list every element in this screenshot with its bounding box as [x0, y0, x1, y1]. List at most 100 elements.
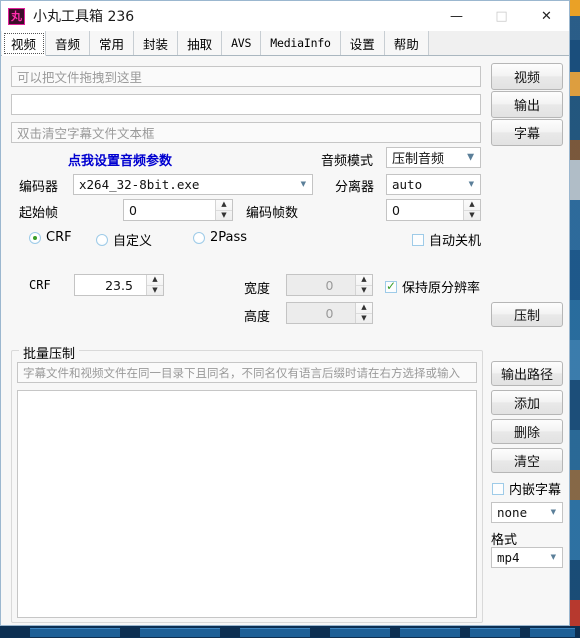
tab-help[interactable]: 帮助 [384, 31, 429, 55]
taskbar-item[interactable] [330, 628, 390, 637]
embed-subtitle-label: 内嵌字幕 [509, 483, 562, 498]
screen: 丸 小丸工具箱 236 — □ ✕ 视频 音频 常用 封装 抽取 AVS Med… [0, 0, 580, 638]
chevron-down-icon: ▼ [550, 552, 556, 562]
tab-mux[interactable]: 封装 [134, 31, 179, 55]
window-title: 小丸工具箱 236 [33, 9, 135, 25]
encoder-select[interactable]: x264_32-8bit.exe ▼ [73, 174, 313, 195]
stepper-up-icon[interactable]: ▲ [356, 275, 372, 286]
close-icon[interactable]: ✕ [524, 1, 569, 31]
batch-file-list[interactable] [17, 390, 477, 618]
height-stepper[interactable]: 0 ▲ ▼ [286, 302, 373, 324]
start-frame-stepper[interactable]: 0 ▲ ▼ [123, 199, 233, 221]
radio-indicator-icon [193, 231, 205, 244]
taskbar-item[interactable] [240, 628, 310, 637]
frame-count-stepper[interactable]: 0 ▲ ▼ [386, 199, 481, 221]
checkbox-indicator-icon [412, 233, 424, 246]
batch-group-title: 批量压制 [19, 343, 80, 362]
keep-resolution-checkbox[interactable]: 保持原分辨率 [385, 277, 480, 296]
taskbar-item[interactable] [470, 628, 520, 637]
audio-param-link[interactable]: 点我设置音频参数 [68, 150, 172, 169]
taskbar-item[interactable] [400, 628, 460, 637]
checkbox-indicator-icon [385, 279, 397, 293]
batch-hint-field[interactable]: 字幕文件和视频文件在同一目录下且同名，不同名仅有语言后缀时请在右方选择或输入 [17, 362, 477, 383]
stepper-up-icon[interactable]: ▲ [147, 275, 163, 286]
keep-resolution-label: 保持原分辨率 [402, 281, 481, 296]
stepper-buttons[interactable]: ▲ ▼ [355, 275, 372, 295]
output-browse-button[interactable]: 输出 [491, 91, 563, 118]
taskbar-item[interactable] [530, 628, 575, 637]
format-value: mp4 [497, 550, 520, 565]
subtitle-lang-select[interactable]: none ▼ [491, 502, 563, 523]
frame-count-label: 编码帧数 [246, 206, 299, 221]
radio-crf-label: CRF [46, 230, 72, 245]
crf-stepper[interactable]: 23.5 ▲ ▼ [74, 274, 164, 296]
stepper-down-icon[interactable]: ▼ [216, 211, 232, 221]
tab-settings[interactable]: 设置 [340, 31, 385, 55]
delete-button[interactable]: 删除 [491, 419, 563, 444]
video-browse-button[interactable]: 视频 [491, 63, 563, 90]
separator-select[interactable]: auto ▼ [386, 174, 481, 195]
radio-2pass[interactable]: 2Pass [193, 230, 247, 245]
encode-button[interactable]: 压制 [491, 302, 563, 327]
output-path-button[interactable]: 输出路径 [491, 361, 563, 386]
format-label: 格式 [491, 533, 518, 548]
radio-2pass-label: 2Pass [210, 230, 248, 245]
stepper-down-icon[interactable]: ▼ [464, 211, 480, 221]
format-select[interactable]: mp4 ▼ [491, 547, 563, 568]
audio-mode-label: 音频模式 [321, 154, 374, 169]
radio-indicator-icon [29, 231, 41, 244]
taskbar-item[interactable] [30, 628, 120, 637]
subtitle-lang-value: none [497, 505, 528, 520]
stepper-up-icon[interactable]: ▲ [464, 200, 480, 211]
start-frame-label: 起始帧 [19, 206, 59, 221]
stepper-buttons[interactable]: ▲ ▼ [355, 303, 372, 323]
stepper-up-icon[interactable]: ▲ [216, 200, 232, 211]
chevron-down-icon: ▼ [550, 507, 556, 517]
tab-avs[interactable]: AVS [222, 31, 262, 55]
radio-indicator-icon [96, 233, 108, 246]
output-file-field[interactable] [11, 94, 481, 115]
crf-label: CRF [29, 278, 51, 292]
tab-bar: 视频 音频 常用 封装 抽取 AVS MediaInfo 设置 帮助 [1, 31, 569, 56]
separator-label: 分离器 [335, 180, 375, 195]
stepper-down-icon[interactable]: ▼ [356, 286, 372, 296]
stepper-down-icon[interactable]: ▼ [147, 286, 163, 296]
radio-custom-label: 自定义 [113, 234, 153, 249]
tab-extract[interactable]: 抽取 [178, 31, 223, 55]
tab-mediainfo[interactable]: MediaInfo [261, 31, 341, 55]
window-controls: — □ ✕ [434, 1, 569, 31]
radio-custom[interactable]: 自定义 [96, 230, 152, 249]
tab-audio[interactable]: 音频 [46, 31, 91, 55]
stepper-buttons[interactable]: ▲ ▼ [146, 275, 163, 295]
input-file-field[interactable]: 可以把文件拖拽到这里 [11, 66, 481, 87]
height-value: 0 [325, 305, 334, 321]
frame-count-value: 0 [392, 202, 400, 218]
stepper-buttons[interactable]: ▲ ▼ [463, 200, 480, 220]
width-stepper[interactable]: 0 ▲ ▼ [286, 274, 373, 296]
chevron-down-icon: ▼ [300, 179, 306, 189]
auto-shutdown-label: 自动关机 [429, 234, 482, 249]
tab-common[interactable]: 常用 [90, 31, 135, 55]
width-value: 0 [325, 277, 334, 293]
add-button[interactable]: 添加 [491, 390, 563, 415]
embed-subtitle-checkbox[interactable]: 内嵌字幕 [492, 479, 561, 498]
subtitle-file-field[interactable]: 双击清空字幕文件文本框 [11, 122, 481, 143]
width-label: 宽度 [244, 282, 271, 297]
taskbar-item[interactable] [140, 628, 220, 637]
radio-crf[interactable]: CRF [29, 230, 72, 245]
encoder-value: x264_32-8bit.exe [79, 177, 200, 192]
tab-video[interactable]: 视频 [2, 31, 47, 56]
main-window: 丸 小丸工具箱 236 — □ ✕ 视频 音频 常用 封装 抽取 AVS Med… [0, 0, 570, 626]
auto-shutdown-checkbox[interactable]: 自动关机 [412, 230, 481, 249]
subtitle-browse-button[interactable]: 字幕 [491, 119, 563, 146]
minimize-icon[interactable]: — [434, 1, 479, 31]
stepper-up-icon[interactable]: ▲ [356, 303, 372, 314]
clear-button[interactable]: 清空 [491, 448, 563, 473]
crf-value: 23.5 [105, 277, 133, 293]
taskbar[interactable] [0, 626, 580, 638]
maximize-icon[interactable]: □ [479, 1, 524, 31]
stepper-buttons[interactable]: ▲ ▼ [215, 200, 232, 220]
audio-mode-select[interactable]: 压制音频 ▼ [386, 147, 481, 168]
chevron-down-icon: ▼ [467, 152, 474, 162]
stepper-down-icon[interactable]: ▼ [356, 314, 372, 324]
